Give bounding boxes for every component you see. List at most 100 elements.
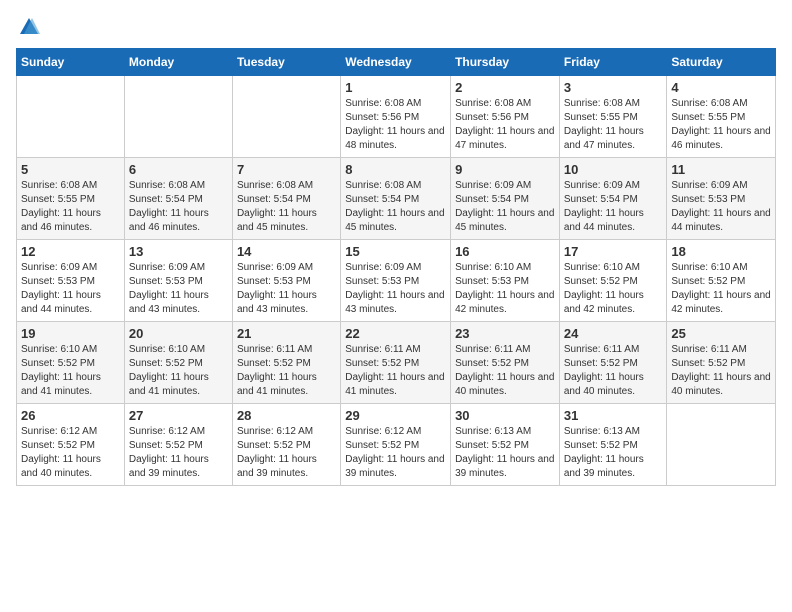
day-info: Sunrise: 6:11 AM Sunset: 5:52 PM Dayligh… [455, 343, 555, 399]
calendar-cell: 5 Sunrise: 6:08 AM Sunset: 5:55 PM Daylig… [17, 158, 125, 240]
day-info: Sunrise: 6:09 AM Sunset: 5:53 PM Dayligh… [345, 261, 446, 317]
day-number: 5 [21, 162, 120, 177]
day-info: Sunrise: 6:08 AM Sunset: 5:56 PM Dayligh… [345, 97, 446, 153]
calendar-cell: 23 Sunrise: 6:11 AM Sunset: 5:52 PM Dayli… [451, 322, 560, 404]
calendar-cell: 6 Sunrise: 6:08 AM Sunset: 5:54 PM Daylig… [124, 158, 232, 240]
calendar-cell: 10 Sunrise: 6:09 AM Sunset: 5:54 PM Dayli… [559, 158, 667, 240]
calendar-cell: 17 Sunrise: 6:10 AM Sunset: 5:52 PM Dayli… [559, 240, 667, 322]
calendar-table: SundayMondayTuesdayWednesdayThursdayFrid… [16, 48, 776, 486]
day-number: 31 [564, 408, 663, 423]
day-info: Sunrise: 6:10 AM Sunset: 5:52 PM Dayligh… [671, 261, 771, 317]
calendar-header-wednesday: Wednesday [341, 49, 451, 76]
day-number: 23 [455, 326, 555, 341]
calendar-cell: 24 Sunrise: 6:11 AM Sunset: 5:52 PM Dayli… [559, 322, 667, 404]
day-number: 22 [345, 326, 446, 341]
day-info: Sunrise: 6:11 AM Sunset: 5:52 PM Dayligh… [671, 343, 771, 399]
calendar-cell: 13 Sunrise: 6:09 AM Sunset: 5:53 PM Dayli… [124, 240, 232, 322]
day-info: Sunrise: 6:13 AM Sunset: 5:52 PM Dayligh… [564, 425, 663, 481]
logo-icon [18, 16, 40, 38]
calendar-header-friday: Friday [559, 49, 667, 76]
calendar-cell: 14 Sunrise: 6:09 AM Sunset: 5:53 PM Dayli… [232, 240, 340, 322]
calendar-week-row: 1 Sunrise: 6:08 AM Sunset: 5:56 PM Daylig… [17, 76, 776, 158]
day-number: 10 [564, 162, 663, 177]
day-number: 16 [455, 244, 555, 259]
day-number: 1 [345, 80, 446, 95]
calendar-cell: 31 Sunrise: 6:13 AM Sunset: 5:52 PM Dayli… [559, 404, 667, 486]
day-info: Sunrise: 6:08 AM Sunset: 5:54 PM Dayligh… [237, 179, 336, 235]
day-number: 19 [21, 326, 120, 341]
day-info: Sunrise: 6:10 AM Sunset: 5:52 PM Dayligh… [564, 261, 663, 317]
calendar-week-row: 19 Sunrise: 6:10 AM Sunset: 5:52 PM Dayli… [17, 322, 776, 404]
calendar-header-monday: Monday [124, 49, 232, 76]
logo [16, 16, 40, 38]
day-info: Sunrise: 6:10 AM Sunset: 5:52 PM Dayligh… [21, 343, 120, 399]
calendar-cell [17, 76, 125, 158]
day-info: Sunrise: 6:09 AM Sunset: 5:54 PM Dayligh… [455, 179, 555, 235]
day-number: 2 [455, 80, 555, 95]
day-number: 14 [237, 244, 336, 259]
page-header [16, 16, 776, 38]
calendar-cell: 28 Sunrise: 6:12 AM Sunset: 5:52 PM Dayli… [232, 404, 340, 486]
day-info: Sunrise: 6:08 AM Sunset: 5:54 PM Dayligh… [345, 179, 446, 235]
day-number: 24 [564, 326, 663, 341]
calendar-header-sunday: Sunday [17, 49, 125, 76]
calendar-header-tuesday: Tuesday [232, 49, 340, 76]
calendar-cell: 3 Sunrise: 6:08 AM Sunset: 5:55 PM Daylig… [559, 76, 667, 158]
calendar-cell: 19 Sunrise: 6:10 AM Sunset: 5:52 PM Dayli… [17, 322, 125, 404]
calendar-cell: 15Sunrise: 6:09 AM Sunset: 5:53 PM Dayli… [341, 240, 451, 322]
day-number: 21 [237, 326, 336, 341]
calendar-week-row: 12Sunrise: 6:09 AM Sunset: 5:53 PM Dayli… [17, 240, 776, 322]
day-number: 4 [671, 80, 771, 95]
calendar-cell: 4 Sunrise: 6:08 AM Sunset: 5:55 PM Daylig… [667, 76, 776, 158]
calendar-cell: 2 Sunrise: 6:08 AM Sunset: 5:56 PM Daylig… [451, 76, 560, 158]
day-info: Sunrise: 6:08 AM Sunset: 5:55 PM Dayligh… [671, 97, 771, 153]
day-number: 9 [455, 162, 555, 177]
calendar-cell: 7 Sunrise: 6:08 AM Sunset: 5:54 PM Daylig… [232, 158, 340, 240]
calendar-cell: 22Sunrise: 6:11 AM Sunset: 5:52 PM Dayli… [341, 322, 451, 404]
day-info: Sunrise: 6:09 AM Sunset: 5:53 PM Dayligh… [671, 179, 771, 235]
day-number: 3 [564, 80, 663, 95]
calendar-header-row: SundayMondayTuesdayWednesdayThursdayFrid… [17, 49, 776, 76]
calendar-cell: 9 Sunrise: 6:09 AM Sunset: 5:54 PM Daylig… [451, 158, 560, 240]
calendar-cell [667, 404, 776, 486]
day-info: Sunrise: 6:12 AM Sunset: 5:52 PM Dayligh… [21, 425, 120, 481]
day-info: Sunrise: 6:08 AM Sunset: 5:55 PM Dayligh… [21, 179, 120, 235]
day-number: 28 [237, 408, 336, 423]
day-number: 26 [21, 408, 120, 423]
calendar-cell: 30Sunrise: 6:13 AM Sunset: 5:52 PM Dayli… [451, 404, 560, 486]
calendar-cell: 18Sunrise: 6:10 AM Sunset: 5:52 PM Dayli… [667, 240, 776, 322]
day-number: 11 [671, 162, 771, 177]
calendar-cell: 11 Sunrise: 6:09 AM Sunset: 5:53 PM Dayli… [667, 158, 776, 240]
calendar-cell [124, 76, 232, 158]
day-info: Sunrise: 6:09 AM Sunset: 5:54 PM Dayligh… [564, 179, 663, 235]
day-number: 13 [129, 244, 228, 259]
day-info: Sunrise: 6:09 AM Sunset: 5:53 PM Dayligh… [237, 261, 336, 317]
calendar-cell: 12Sunrise: 6:09 AM Sunset: 5:53 PM Dayli… [17, 240, 125, 322]
day-number: 25 [671, 326, 771, 341]
day-info: Sunrise: 6:12 AM Sunset: 5:52 PM Dayligh… [237, 425, 336, 481]
day-info: Sunrise: 6:08 AM Sunset: 5:55 PM Dayligh… [564, 97, 663, 153]
day-info: Sunrise: 6:10 AM Sunset: 5:53 PM Dayligh… [455, 261, 555, 317]
day-number: 30 [455, 408, 555, 423]
calendar-header-saturday: Saturday [667, 49, 776, 76]
calendar-cell: 25 Sunrise: 6:11 AM Sunset: 5:52 PM Dayli… [667, 322, 776, 404]
day-number: 17 [564, 244, 663, 259]
calendar-header-thursday: Thursday [451, 49, 560, 76]
calendar-cell: 21Sunrise: 6:11 AM Sunset: 5:52 PM Dayli… [232, 322, 340, 404]
calendar-cell: 26 Sunrise: 6:12 AM Sunset: 5:52 PM Dayli… [17, 404, 125, 486]
day-number: 6 [129, 162, 228, 177]
day-info: Sunrise: 6:09 AM Sunset: 5:53 PM Dayligh… [129, 261, 228, 317]
day-number: 7 [237, 162, 336, 177]
day-number: 29 [345, 408, 446, 423]
day-info: Sunrise: 6:08 AM Sunset: 5:54 PM Dayligh… [129, 179, 228, 235]
day-info: Sunrise: 6:11 AM Sunset: 5:52 PM Dayligh… [564, 343, 663, 399]
day-number: 27 [129, 408, 228, 423]
calendar-cell: 8 Sunrise: 6:08 AM Sunset: 5:54 PM Daylig… [341, 158, 451, 240]
calendar-cell: 20Sunrise: 6:10 AM Sunset: 5:52 PM Dayli… [124, 322, 232, 404]
day-number: 8 [345, 162, 446, 177]
day-info: Sunrise: 6:12 AM Sunset: 5:52 PM Dayligh… [345, 425, 446, 481]
day-info: Sunrise: 6:10 AM Sunset: 5:52 PM Dayligh… [129, 343, 228, 399]
day-info: Sunrise: 6:08 AM Sunset: 5:56 PM Dayligh… [455, 97, 555, 153]
calendar-cell: 29 Sunrise: 6:12 AM Sunset: 5:52 PM Dayli… [341, 404, 451, 486]
day-info: Sunrise: 6:09 AM Sunset: 5:53 PM Dayligh… [21, 261, 120, 317]
